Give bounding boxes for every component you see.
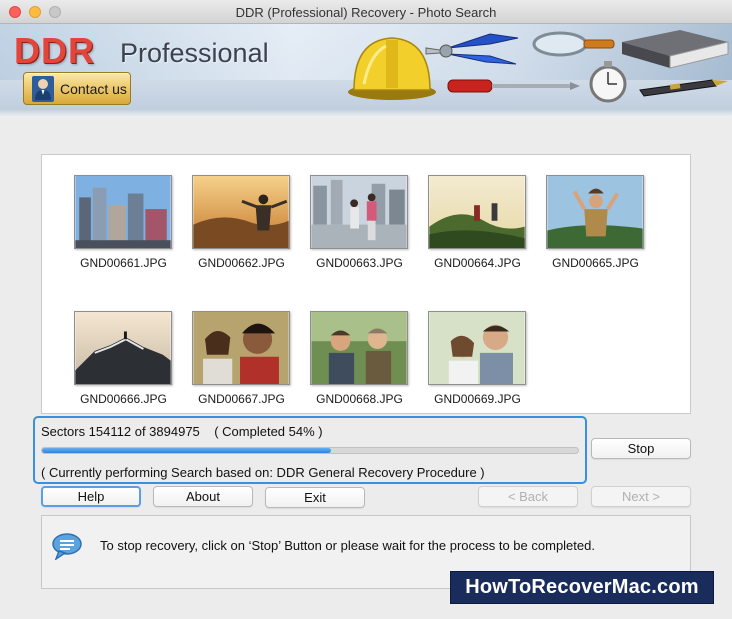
photo-thumbnail [192, 175, 290, 249]
watermark: HowToRecoverMac.com [450, 571, 714, 604]
photo-thumbnail [546, 175, 644, 249]
stopwatch-icon [589, 61, 627, 103]
photo-filename: GND00666.JPG [80, 392, 167, 406]
stop-button[interactable]: Stop [591, 438, 691, 459]
recovery-tools-illustration [348, 30, 729, 103]
window-title: DDR (Professional) Recovery - Photo Sear… [235, 5, 497, 20]
current-procedure-status: ( Currently performing Search based on: … [41, 465, 485, 480]
header-banner: DDR Professional Contact us [0, 24, 732, 117]
photo-filename: GND00667.JPG [198, 392, 285, 406]
photo-thumbnail [310, 175, 408, 249]
exit-button[interactable]: Exit [265, 487, 365, 508]
pliers-icon [425, 33, 519, 65]
book-icon [622, 30, 729, 69]
logo-edition: Professional [120, 38, 269, 68]
contact-us-button[interactable]: Contact us [23, 72, 131, 105]
hard-hat-icon [348, 37, 436, 100]
progress-bar-fill [42, 448, 332, 453]
pen-icon [639, 79, 728, 97]
photo-filename: GND00664.JPG [434, 256, 521, 270]
photo-filename: GND00661.JPG [80, 256, 167, 270]
photo-thumbnail [310, 311, 408, 385]
title-bar: DDR (Professional) Recovery - Photo Sear… [0, 0, 732, 24]
photo-thumbnail [74, 311, 172, 385]
photo-filename: GND00665.JPG [552, 256, 639, 270]
photo-thumbnail [192, 311, 290, 385]
recovery-progress-panel: Sectors 154112 of 3894975 ( Completed 54… [33, 416, 587, 484]
photo-filename: GND00663.JPG [316, 256, 403, 270]
next-button[interactable]: Next > [591, 486, 691, 507]
recovered-photos-gallery[interactable]: GND00661.JPG GND00662.JPG GND00663.JPG G… [41, 154, 691, 414]
sectors-status: Sectors 154112 of 3894975 ( Completed 54… [41, 424, 323, 439]
speech-bubble-icon [52, 533, 82, 560]
screwdriver-icon [447, 79, 580, 93]
photo-thumbnail [74, 175, 172, 249]
photo-thumbnail [428, 175, 526, 249]
magnifier-icon [532, 31, 615, 57]
back-button[interactable]: < Back [478, 486, 578, 507]
photo-filename: GND00668.JPG [316, 392, 403, 406]
about-button[interactable]: About [153, 486, 253, 507]
help-button[interactable]: Help [41, 486, 141, 507]
contact-us-label: Contact us [60, 80, 127, 97]
person-icon [32, 75, 54, 102]
photo-filename: GND00669.JPG [434, 392, 521, 406]
photo-filename: GND00662.JPG [198, 256, 285, 270]
logo-brand: DDR [14, 30, 95, 71]
info-message: To stop recovery, click on ‘Stop’ Button… [100, 538, 595, 553]
progress-bar [41, 447, 579, 454]
photo-thumbnail [428, 311, 526, 385]
